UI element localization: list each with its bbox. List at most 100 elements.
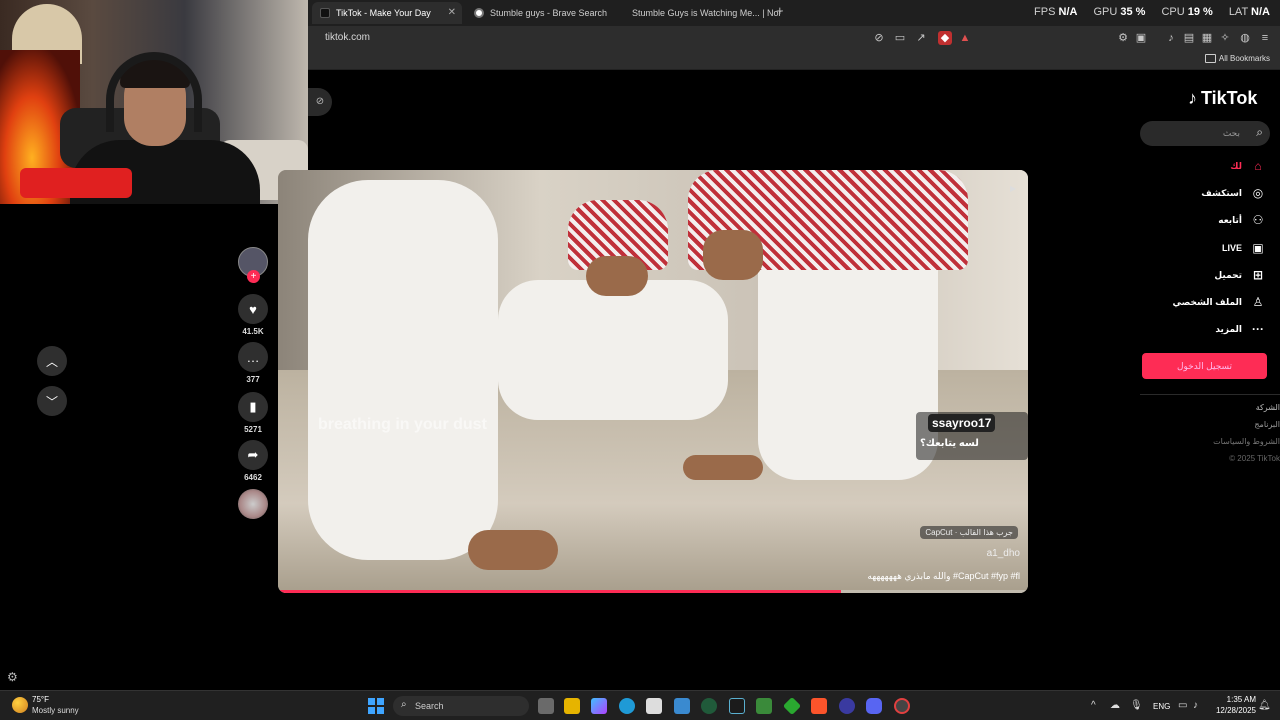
notification-bell-icon[interactable]: 🔔︎ [1258,700,1271,711]
performance-overlay: FPS N/A GPU 35 % CPU 19 % LAT N/A [1034,6,1270,18]
folder-icon [1205,54,1216,63]
nav-more[interactable]: المزيد ··· [1140,319,1266,339]
share-arrow-icon[interactable]: ➦ [238,440,268,470]
tab-title: Stumble Guys is Watching Me... | Nor [632,8,782,18]
weather-description[interactable]: Mostly sunny [32,706,79,715]
copilot-icon[interactable] [591,698,607,714]
screenshot-icon[interactable]: ▣ [1134,31,1148,45]
footer-terms-link[interactable]: الشروط والسياسات [1213,437,1280,446]
next-video-button[interactable]: ﹀ [37,386,67,416]
tab-tiktok[interactable]: TikTok - Make Your Day ✕ [312,2,462,24]
capcut-template-badge[interactable]: CapCut · جرب هذا القالب [920,526,1018,539]
follow-plus-icon[interactable]: + [247,270,260,283]
video-options-icon[interactable]: ▶ [1010,184,1016,194]
footer-copyright: © 2025 TikTok [1229,454,1280,463]
mail-icon[interactable] [674,698,690,714]
video-comment-sticker: ssayroo17 لسه يتابعك؟ [916,412,1028,460]
nav-for-you[interactable]: لك ⌂ [1140,156,1266,176]
file-explorer-icon[interactable] [564,698,580,714]
leo-ai-icon[interactable]: ✧ [1218,31,1232,45]
tab-title: TikTok - Make Your Day [336,8,431,18]
webcam-overlay [0,0,308,204]
onedrive-icon[interactable]: ☁ [1110,700,1120,711]
share-action[interactable]: ➦ 6462 [238,440,268,482]
search-icon[interactable]: ⌕ [1256,125,1263,140]
tab-brave-search[interactable]: Stumble guys - Brave Search [466,2,618,24]
comment-action[interactable]: … 377 [238,342,268,384]
comment-icon[interactable]: … [238,342,268,372]
sidebar-divider [1140,394,1280,395]
video-person-right-hand [683,455,763,480]
nav-live[interactable]: LIVE ▣ [1140,238,1266,258]
steam-icon[interactable] [894,698,910,714]
menu-icon[interactable]: ≡ [1258,31,1272,45]
search-input[interactable]: بحث ⌕ [1140,121,1270,146]
new-tab-button[interactable]: + [776,3,784,18]
close-tab-icon[interactable]: ✕ [448,7,456,18]
reload-icon[interactable]: ⊘ [308,88,332,116]
tiktok-logo[interactable]: ♪ TikTok [1188,88,1257,109]
weather-temperature[interactable]: 75°F [32,695,49,704]
video-progress-bar[interactable] [278,590,841,593]
previous-video-button[interactable]: ︿ [37,346,67,376]
brave-browser-icon[interactable] [811,698,827,714]
chevron-up-icon[interactable]: ^ [1091,700,1096,711]
network-icon[interactable]: ▭ [1178,700,1187,711]
user-plus-icon: ⚇ [1252,213,1264,227]
video-author[interactable]: a1_dho [987,548,1020,559]
like-count: 41.5K [242,327,264,336]
edge-icon[interactable] [619,698,635,714]
media-icon[interactable]: ♪ [1164,31,1178,45]
windows-taskbar: 75°F Mostly sunny ⌕ Search ^ ☁ 🎙︎ ENG ▭ … [0,690,1280,720]
gear-icon[interactable]: ⚙ [7,670,18,684]
music-disc-icon[interactable] [238,489,268,519]
url-field[interactable]: tiktok.com [325,32,370,43]
nav-profile[interactable]: الملف الشخصي ♙ [1140,292,1266,312]
tiktok-logo-text: TikTok [1201,88,1258,108]
nav-label: تحميل [1214,269,1242,280]
clock-time[interactable]: 1:35 AM [1224,695,1256,704]
login-button[interactable]: تسجيل الدخول [1142,353,1267,379]
task-view-icon[interactable] [538,698,554,714]
nav-explore[interactable]: استكشف ◎ [1140,183,1266,203]
sidebar-icon[interactable]: ▤ [1182,31,1196,45]
discord-icon[interactable] [866,698,882,714]
volume-icon[interactable]: ♪ [1193,700,1198,711]
pycharm-icon[interactable] [729,698,745,714]
nav-following[interactable]: أتابعه ⚇ [1140,210,1266,230]
video-player[interactable]: ▶ breathing in your dust ssayroo17 لسه ي… [278,170,1028,593]
save-action[interactable]: ▮ 5271 [238,392,268,434]
all-bookmarks-button[interactable]: All Bookmarks [1219,54,1270,63]
video-person-middle [498,280,728,420]
obs-icon[interactable] [839,698,855,714]
nav-upload[interactable]: تحميل ⊞ [1140,265,1266,285]
wallet-icon[interactable]: ▦ [1200,31,1214,45]
tab-youtube[interactable]: Stumble Guys is Watching Me... | Nor [618,2,782,24]
windows-start-icon[interactable] [368,698,384,714]
utorrent-icon[interactable] [701,698,717,714]
footer-company-link[interactable]: الشركة [1256,403,1280,412]
bookmark-icon[interactable]: ▮ [238,392,268,422]
footer-program-link[interactable]: البرنامج [1254,420,1280,429]
video-person-middle-face [586,256,648,296]
microphone-icon[interactable]: 🎙︎ [1130,700,1143,711]
vpn-icon[interactable]: ◍ [1238,31,1252,45]
brave-rewards-icon[interactable]: ▲ [958,31,972,45]
extensions-icon[interactable]: ⚙ [1116,31,1130,45]
video-caption-overlay: breathing in your dust [318,416,487,433]
weather-sun-icon[interactable] [12,697,28,713]
heart-icon[interactable]: ♥ [238,294,268,324]
like-action[interactable]: ♥ 41.5K [238,294,268,336]
reader-mode-icon[interactable]: ⊘ [872,31,886,45]
clock-date[interactable]: 12/28/2025 [1212,706,1256,715]
store-icon[interactable] [646,698,662,714]
bluestacks-icon[interactable] [782,696,802,716]
taskbar-search[interactable]: ⌕ Search [393,696,529,716]
more-icon: ··· [1252,322,1264,336]
brave-shields-icon[interactable]: ◆ [938,31,952,45]
gpu-stat: GPU 35 % [1093,6,1146,18]
share-icon[interactable]: ↗ [914,31,928,45]
language-indicator[interactable]: ENG [1153,702,1170,711]
cast-icon[interactable]: ▭ [893,31,907,45]
minecraft-icon[interactable] [756,698,772,714]
